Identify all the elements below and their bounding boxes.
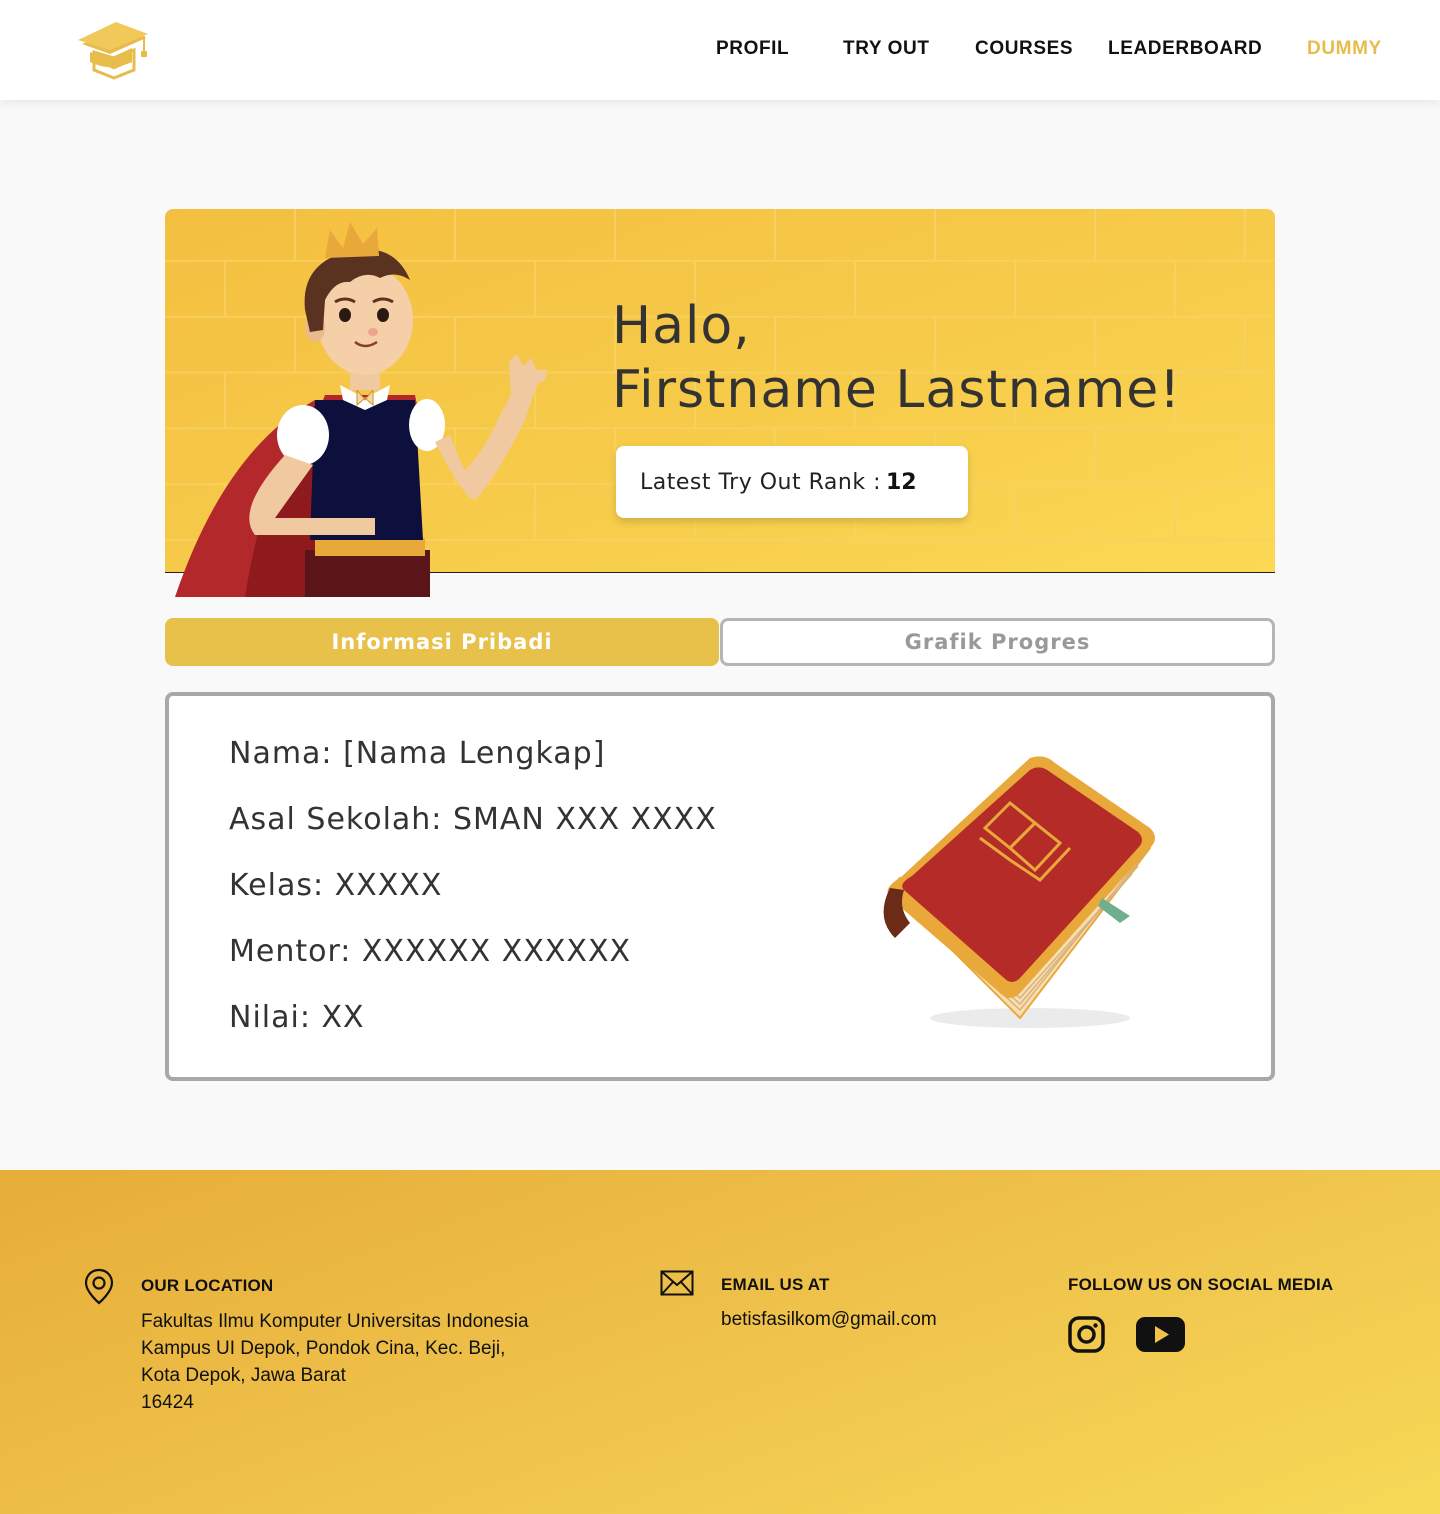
info-asal-sekolah: Asal Sekolah: SMAN XXX XXXX xyxy=(229,802,717,837)
address-block: Fakultas Ilmu Komputer Universitas Indon… xyxy=(141,1308,529,1416)
youtube-icon[interactable] xyxy=(1136,1317,1185,1352)
tab-grafik-progres[interactable]: Grafik Progres xyxy=(720,618,1275,666)
location-pin-icon xyxy=(84,1268,114,1305)
navbar: PROFIL TRY OUT COURSES LEADERBOARD DUMMY xyxy=(0,0,1440,100)
email-heading: EMAIL US AT xyxy=(721,1275,830,1294)
address-line-2: Kampus UI Depok, Pondok Cina, Kec. Beji, xyxy=(141,1338,506,1359)
nav-leaderboard[interactable]: LEADERBOARD xyxy=(1108,38,1262,60)
email-link[interactable]: betisfasilkom@gmail.com xyxy=(721,1306,937,1333)
latest-rank-card: Latest Try Out Rank : 12 xyxy=(616,446,968,518)
envelope-icon xyxy=(660,1270,694,1296)
footer: OUR LOCATION Fakultas Ilmu Komputer Univ… xyxy=(0,1170,1440,1514)
nav-try-out[interactable]: TRY OUT xyxy=(843,38,930,60)
greeting: Halo, Firstname Lastname! xyxy=(612,294,1181,422)
rank-value: 12 xyxy=(886,470,917,495)
graduation-cap-logo[interactable] xyxy=(76,18,150,82)
address-postal-code: 16424 xyxy=(141,1392,194,1413)
prince-character-illustration xyxy=(175,222,547,597)
info-nama: Nama: [Nama Lengkap] xyxy=(229,736,606,771)
book-illustration xyxy=(883,756,1155,1028)
nav-dummy[interactable]: DUMMY xyxy=(1307,38,1382,60)
info-mentor: Mentor: XXXXXX XXXXXX xyxy=(229,934,632,969)
social-heading: FOLLOW US ON SOCIAL MEDIA xyxy=(1068,1275,1334,1294)
info-kelas: Kelas: XXXXX xyxy=(229,868,443,903)
tab-informasi-pribadi[interactable]: Informasi Pribadi xyxy=(165,618,719,666)
greeting-name: Firstname Lastname! xyxy=(612,360,1182,420)
info-nilai: Nilai: XX xyxy=(229,1000,365,1035)
greeting-line-1: Halo, xyxy=(612,296,751,356)
nav-profil[interactable]: PROFIL xyxy=(716,38,789,60)
rank-label: Latest Try Out Rank : xyxy=(640,470,881,495)
address-line-3: Kota Depok, Jawa Barat xyxy=(141,1365,346,1386)
nav-courses[interactable]: COURSES xyxy=(975,38,1073,60)
instagram-icon[interactable] xyxy=(1068,1316,1105,1353)
address-line-1: Fakultas Ilmu Komputer Universitas Indon… xyxy=(141,1311,529,1332)
location-heading: OUR LOCATION xyxy=(141,1276,274,1295)
